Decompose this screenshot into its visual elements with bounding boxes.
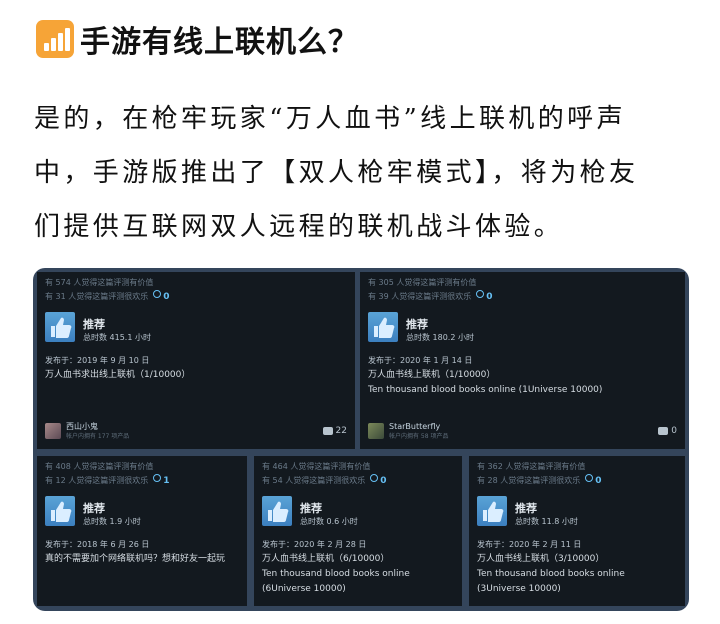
review-body: 万人血书线上联机（3/10000） Ten thousand blood boo… [477, 552, 625, 597]
review-author[interactable]: 西山小鬼 帐户内拥有 177 项产品 [45, 421, 129, 441]
funny-count-text: 有 31 人觉得这篇评测很欢乐 [45, 292, 149, 301]
comment-icon [658, 427, 669, 435]
thumbs-up-icon [262, 496, 292, 526]
funny-count: 有 12 人觉得这篇评测很欢乐 1 [45, 474, 170, 486]
funny-count: 有 39 人觉得这篇评测很欢乐 0 [368, 290, 493, 302]
review-text-line: (6Universe 10000) [262, 584, 346, 594]
award-icon[interactable]: 1 [153, 474, 170, 486]
funny-count: 有 28 人觉得这篇评测很欢乐 0 [477, 474, 602, 486]
funny-count-text: 有 12 人觉得这篇评测很欢乐 [45, 476, 149, 485]
steam-reviews-screenshot: 有 574 人觉得这篇评测有价值 有 31 人觉得这篇评测很欢乐 0 推荐 总时数… [33, 268, 689, 611]
award-count: 1 [163, 476, 170, 486]
helpful-count: 有 362 人觉得这篇评测有价值 [477, 462, 586, 471]
hours-played: 总时数 180.2 小时 [406, 333, 474, 342]
award-count: 0 [595, 476, 602, 486]
comment-count[interactable]: 22 [322, 426, 347, 436]
review-text-line: (3Universe 10000) [477, 584, 561, 594]
helpful-count: 有 408 人觉得这篇评测有价值 [45, 462, 154, 471]
posted-date: 发布于：2020 年 1 月 14 日 [368, 356, 473, 365]
article-heading: 手游有线上联机么？ [36, 14, 359, 64]
author-products: 帐户内拥有 177 项产品 [66, 432, 130, 440]
funny-count-text: 有 54 人觉得这篇评测很欢乐 [262, 476, 366, 485]
review-body: 万人血书线上联机（1/10000） Ten thousand blood boo… [368, 368, 602, 398]
award-count: 0 [486, 292, 493, 302]
comment-number: 22 [335, 426, 347, 436]
author-name[interactable]: 西山小鬼 [66, 422, 129, 432]
comment-number: 0 [671, 426, 677, 436]
hours-played: 总时数 0.6 小时 [300, 517, 358, 526]
review-body: 万人血书线上联机（6/10000） Ten thousand blood boo… [262, 552, 410, 597]
funny-count-text: 有 39 人觉得这篇评测很欢乐 [368, 292, 472, 301]
thumbs-up-icon [368, 312, 398, 342]
review-text-line: Ten thousand blood books online [262, 569, 410, 579]
thumbs-up-icon [45, 312, 75, 342]
article-paragraph: 是的，在枪牢玩家“万人血书”线上联机的呼声 中，手游版推出了【双人枪牢模式】，将… [34, 92, 694, 254]
review-text-line: Ten thousand blood books online [477, 569, 625, 579]
hours-played: 总时数 1.9 小时 [83, 517, 141, 526]
heading-text: 手游有线上联机么？ [80, 25, 359, 60]
review-card: 有 464 人觉得这篇评测有价值 有 54 人觉得这篇评测很欢乐 0 推荐 总时数… [254, 456, 462, 606]
award-count: 0 [380, 476, 387, 486]
bar-chart-icon [36, 20, 74, 58]
paragraph-line: 们提供互联网双人远程的联机战斗体验。 [34, 212, 564, 242]
comment-count[interactable]: 0 [658, 426, 677, 436]
review-card: 有 362 人觉得这篇评测有价值 有 28 人觉得这篇评测很欢乐 0 推荐 总时数… [469, 456, 685, 606]
helpful-count: 有 464 人觉得这篇评测有价值 [262, 462, 371, 471]
review-card: 有 408 人觉得这篇评测有价值 有 12 人觉得这篇评测很欢乐 1 推荐 总时数… [37, 456, 247, 606]
review-text-line: 万人血书线上联机（1/10000） [368, 370, 496, 380]
award-icon[interactable]: 0 [585, 474, 602, 486]
recommend-label: 推荐 [515, 502, 537, 515]
award-icon[interactable]: 0 [153, 290, 170, 302]
helpful-count: 有 574 人觉得这篇评测有价值 [45, 278, 154, 287]
thumbs-up-icon [45, 496, 75, 526]
comment-icon [322, 427, 333, 435]
review-body: 真的不需要加个网络联机吗？想和好友一起玩 [45, 552, 240, 567]
helpful-count: 有 305 人觉得这篇评测有价值 [368, 278, 477, 287]
author-name[interactable]: StarButterfly [389, 422, 448, 432]
review-card: 有 305 人觉得这篇评测有价值 有 39 人觉得这篇评测很欢乐 0 推荐 总时数… [360, 272, 685, 449]
recommend-label: 推荐 [300, 502, 322, 515]
review-author[interactable]: StarButterfly 帐户内拥有 58 项产品 [368, 421, 448, 441]
hours-played: 总时数 11.8 小时 [515, 517, 578, 526]
review-text-line: 万人血书求出线上联机（1/10000） [45, 370, 191, 380]
thumbs-up-icon [477, 496, 507, 526]
review-text-line: 真的不需要加个网络联机吗？想和好友一起玩 [45, 554, 226, 564]
recommend-label: 推荐 [83, 318, 105, 331]
hours-played: 总时数 415.1 小时 [83, 333, 151, 342]
review-text-line: 万人血书线上联机（3/10000） [477, 554, 605, 564]
award-icon[interactable]: 0 [476, 290, 493, 302]
review-text-line: 万人血书线上联机（6/10000） [262, 554, 390, 564]
review-body: 万人血书求出线上联机（1/10000） [45, 368, 190, 383]
funny-count: 有 54 人觉得这篇评测很欢乐 0 [262, 474, 387, 486]
award-icon[interactable]: 0 [370, 474, 387, 486]
recommend-label: 推荐 [83, 502, 105, 515]
posted-date: 发布于：2020 年 2 月 28 日 [262, 540, 367, 549]
review-text-line: Ten thousand blood books online (1Univer… [368, 385, 603, 395]
avatar[interactable] [368, 423, 384, 439]
paragraph-line: 是的，在枪牢玩家“万人血书”线上联机的呼声 [34, 104, 626, 134]
paragraph-line: 中，手游版推出了【双人枪牢模式】，将为枪友 [34, 158, 639, 188]
posted-date: 发布于：2019 年 9 月 10 日 [45, 356, 150, 365]
funny-count-text: 有 28 人觉得这篇评测很欢乐 [477, 476, 581, 485]
avatar[interactable] [45, 423, 61, 439]
award-count: 0 [163, 292, 170, 302]
posted-date: 发布于：2018 年 6 月 26 日 [45, 540, 150, 549]
author-products: 帐户内拥有 58 项产品 [389, 432, 449, 440]
recommend-label: 推荐 [406, 318, 428, 331]
funny-count: 有 31 人觉得这篇评测很欢乐 0 [45, 290, 170, 302]
posted-date: 发布于：2020 年 2 月 11 日 [477, 540, 582, 549]
review-card: 有 574 人觉得这篇评测有价值 有 31 人觉得这篇评测很欢乐 0 推荐 总时数… [37, 272, 355, 449]
